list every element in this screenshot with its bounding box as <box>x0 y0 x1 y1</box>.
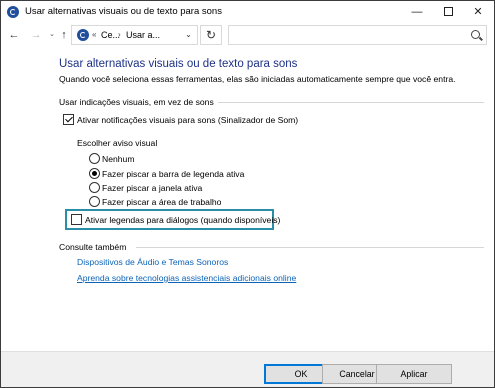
search-input[interactable] <box>228 25 487 45</box>
breadcrumb-overflow-icon[interactable]: « <box>92 29 96 41</box>
sound-sentry-checkbox[interactable] <box>63 114 74 125</box>
refresh-icon: ↻ <box>205 28 217 42</box>
page-title: Usar alternativas visuais ou de texto pa… <box>59 58 298 70</box>
address-bar[interactable]: « Ce... › Usar a... <box>71 25 198 45</box>
close-button[interactable]: ✕ <box>463 1 493 23</box>
radio-flash-desktop[interactable] <box>89 196 100 207</box>
up-arrow-icon[interactable]: ↑ <box>57 27 71 43</box>
choose-visual-warning-heading: Escolher aviso visual <box>77 138 158 148</box>
search-icon <box>471 30 480 39</box>
back-arrow-icon[interactable]: ← <box>7 27 21 43</box>
window-title: Usar alternativas visuais ou de texto pa… <box>25 6 222 17</box>
radio-none[interactable] <box>89 153 100 164</box>
window: Usar alternativas visuais ou de texto pa… <box>0 0 495 388</box>
minimize-icon: — <box>411 6 423 18</box>
captions-label[interactable]: Ativar legendas para diálogos (quando di… <box>85 215 280 225</box>
see-also-heading: Consulte também <box>59 242 127 252</box>
address-dropdown-button[interactable]: ⌄ <box>180 25 198 45</box>
radio-flash-caption-bar-label[interactable]: Fazer piscar a barra de legenda ativa <box>102 169 244 179</box>
radio-flash-caption-bar[interactable] <box>89 168 100 179</box>
radio-flash-window[interactable] <box>89 182 100 193</box>
maximize-icon <box>443 6 453 16</box>
forward-arrow-icon[interactable]: → <box>29 27 43 43</box>
sound-sentry-label[interactable]: Ativar notificações visuais para sons (S… <box>77 115 298 125</box>
minimize-button[interactable]: — <box>402 1 432 23</box>
title-bar[interactable]: Usar alternativas visuais ou de texto pa… <box>1 1 494 23</box>
captions-checkbox[interactable] <box>71 214 82 225</box>
dialog-footer: OK Cancelar Aplicar <box>1 351 494 387</box>
radio-none-label[interactable]: Nenhum <box>102 154 134 164</box>
breadcrumb-separator-icon: › <box>118 30 121 39</box>
maximize-button[interactable] <box>433 1 463 23</box>
refresh-button[interactable]: ↻ <box>200 25 222 45</box>
divider <box>218 102 484 103</box>
apply-button[interactable]: Aplicar <box>376 364 452 384</box>
radio-flash-desktop-label[interactable]: Fazer piscar a área de trabalho <box>102 197 221 207</box>
breadcrumb-current-page[interactable]: Usar a... <box>126 29 160 41</box>
page-description: Quando você seleciona essas ferramentas,… <box>59 74 456 84</box>
address-toolbar: ← → ⌄ ↑ « Ce... › Usar a... ⌄ ↻ <box>1 23 494 47</box>
main-content: Usar alternativas visuais ou de texto pa… <box>1 47 494 351</box>
link-audio-devices[interactable]: Dispositivos de Áudio e Temas Sonoros <box>77 257 228 267</box>
chevron-down-icon: ⌄ <box>185 30 192 39</box>
visual-cues-heading: Usar indicações visuais, em vez de sons <box>59 97 214 107</box>
control-panel-icon <box>77 29 89 41</box>
divider <box>136 247 484 248</box>
link-assistive-technologies[interactable]: Aprenda sobre tecnologias assistenciais … <box>77 273 296 283</box>
radio-flash-window-label[interactable]: Fazer piscar a janela ativa <box>102 183 202 193</box>
control-panel-icon <box>7 6 19 18</box>
close-icon: ✕ <box>473 6 483 18</box>
